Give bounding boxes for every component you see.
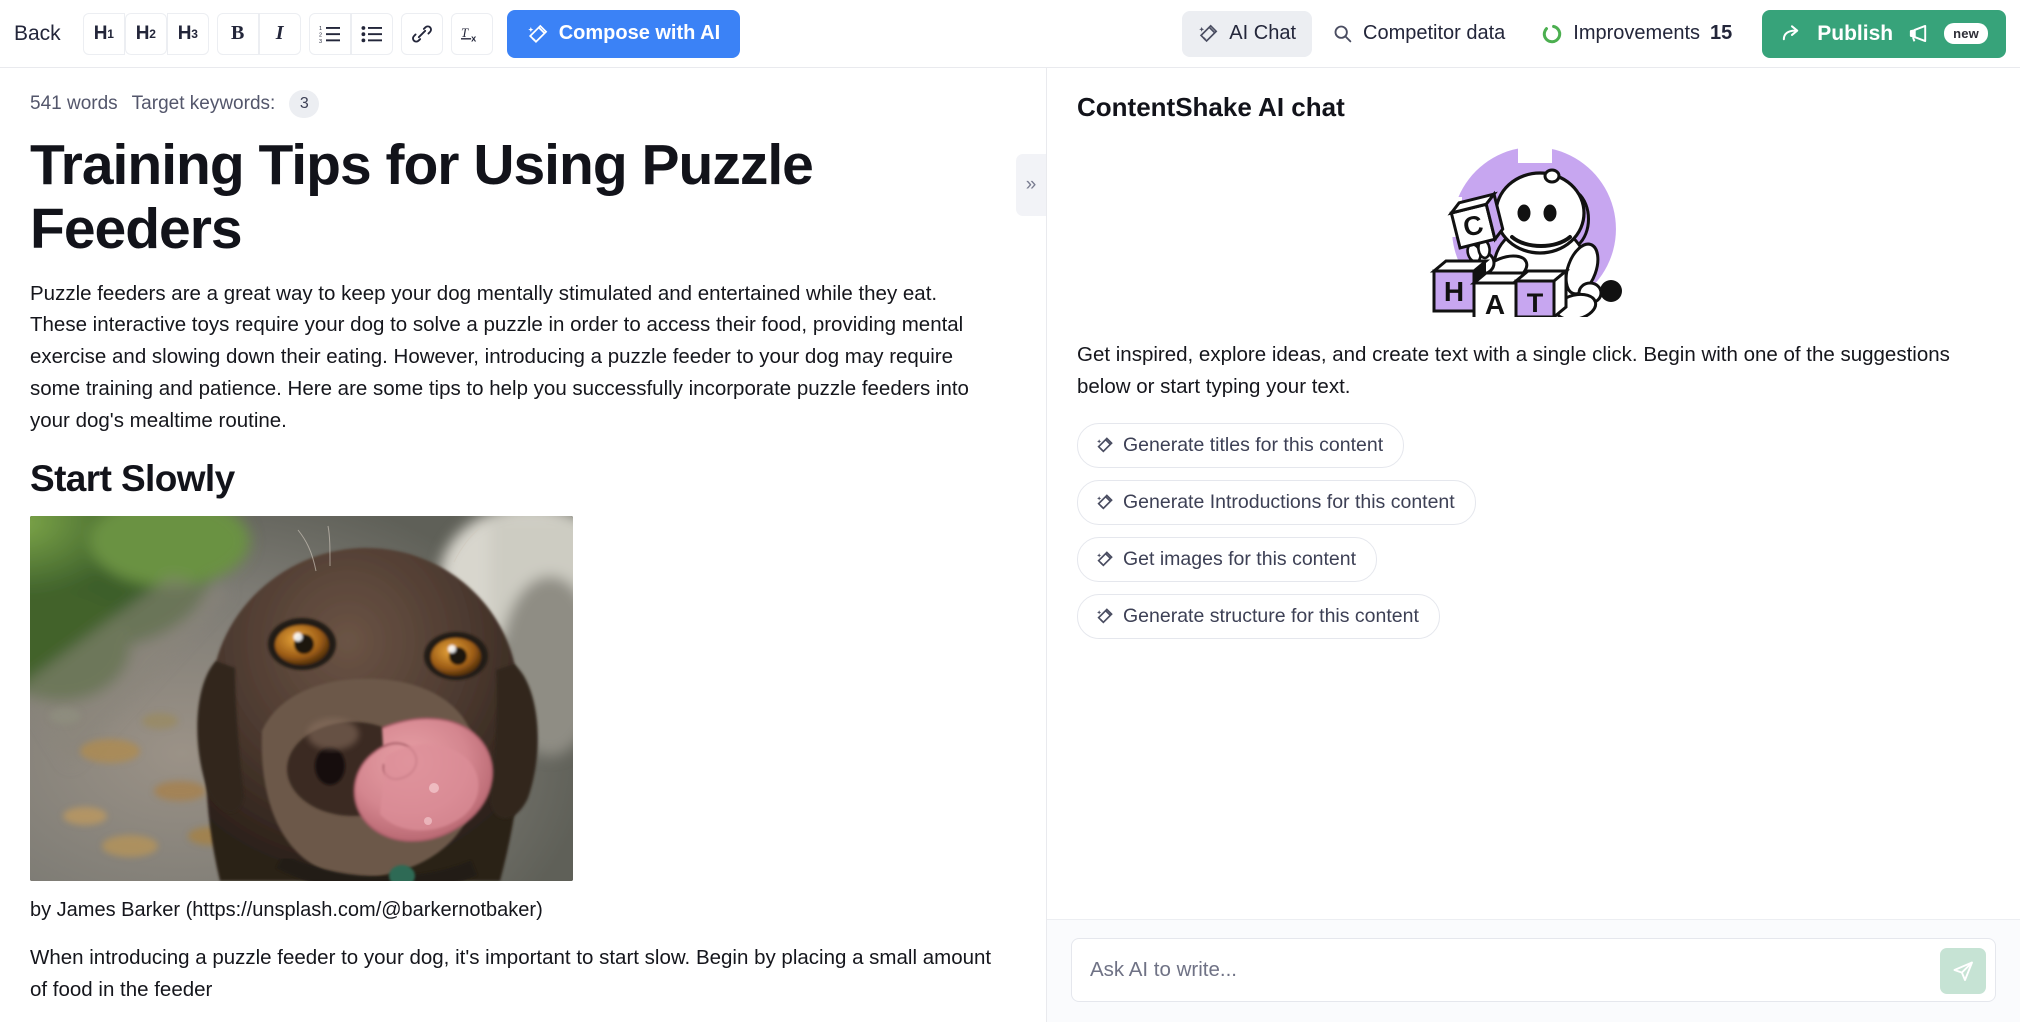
document-editor[interactable]: 541 words Target keywords: 3 Training Ti… xyxy=(0,68,1046,1022)
link-icon xyxy=(411,24,432,43)
chat-suggestions: Generate titles for this content Generat… xyxy=(1077,422,1990,639)
suggestion-label: Generate structure for this content xyxy=(1123,604,1419,627)
list-group: 1 2 3 xyxy=(308,12,393,55)
chat-panel-title: ContentShake AI chat xyxy=(1077,92,1345,122)
svg-text:3: 3 xyxy=(319,39,322,44)
svg-text:1: 1 xyxy=(319,26,322,32)
clear-formatting-icon: T x xyxy=(460,25,477,43)
collapse-panel-button[interactable]: » xyxy=(1016,154,1046,216)
suggestion-label: Generate titles for this content xyxy=(1123,433,1384,456)
megaphone-icon xyxy=(1909,24,1927,43)
chat-intro-text: Get inspired, explore ideas, and create … xyxy=(1077,343,1950,398)
chat-content-scroll: C H A T Get inspired, explore ideas, and… xyxy=(1047,133,2020,919)
italic-button[interactable]: I xyxy=(258,12,301,55)
share-arrow-icon xyxy=(1783,25,1799,41)
h1-button[interactable]: H1 xyxy=(82,12,125,55)
publish-label: Publish xyxy=(1817,21,1894,45)
improvements-label: Improvements xyxy=(1573,22,1701,44)
chat-input-container[interactable] xyxy=(1071,938,1996,1002)
chat-illustration-wrap: C H A T xyxy=(1077,133,1990,331)
formatting-tools: H1 H2 H3 B I 1 2 3 T x xyxy=(82,12,493,55)
ai-chat-label: AI Chat xyxy=(1229,22,1296,44)
suggestion-label: Generate Introductions for this content xyxy=(1123,490,1455,513)
image-caption: by James Barker (https://unsplash.com/@b… xyxy=(30,899,543,922)
new-badge: new xyxy=(1944,23,1988,44)
heading-button-group: H1 H2 H3 xyxy=(82,12,209,55)
progress-ring-icon xyxy=(1543,24,1562,43)
ai-chat-tab[interactable]: AI Chat xyxy=(1182,10,1312,57)
suggestion-generate-structure[interactable]: Generate structure for this content xyxy=(1077,593,1440,639)
h2-sub: 2 xyxy=(149,26,156,41)
compose-with-ai-label: Compose with AI xyxy=(558,22,721,44)
competitor-data-tab[interactable]: Competitor data xyxy=(1316,11,1521,57)
document-paragraph-2[interactable]: When introducing a puzzle feeder to your… xyxy=(30,942,998,1006)
h2-button[interactable]: H2 xyxy=(124,12,167,55)
suggestion-generate-titles[interactable]: Generate titles for this content xyxy=(1077,422,1405,468)
target-keywords-label: Target keywords: xyxy=(131,93,276,114)
contentshake-editor-app: Back H1 H2 H3 B I 1 2 3 T x Compose with… xyxy=(0,0,2020,1022)
publish-button[interactable]: Publish new xyxy=(1762,9,2006,58)
document-meta-row: 541 words Target keywords: 3 xyxy=(30,68,998,128)
send-button[interactable] xyxy=(1940,948,1986,994)
svg-text:T: T xyxy=(461,25,469,39)
document-heading-start-slowly[interactable]: Start Slowly xyxy=(30,458,998,500)
h3-sub: 3 xyxy=(191,26,198,41)
back-button[interactable]: Back xyxy=(0,22,83,46)
main-body: 541 words Target keywords: 3 Training Ti… xyxy=(0,68,2020,1022)
bullet-list-icon xyxy=(361,25,382,42)
magic-wand-icon xyxy=(1097,608,1113,624)
suggestion-label: Get images for this content xyxy=(1123,547,1357,570)
h1-sub: 1 xyxy=(107,26,114,41)
ordered-list-button[interactable]: 1 2 3 xyxy=(308,12,351,55)
target-keywords-count[interactable]: 3 xyxy=(289,90,320,118)
svg-text:H: H xyxy=(1443,276,1463,307)
send-icon xyxy=(1953,961,1973,981)
search-icon xyxy=(1334,25,1352,43)
bullet-list-button[interactable] xyxy=(350,12,393,55)
toolbar-right-tools: AI Chat Competitor data Improvements 15 xyxy=(1182,9,2006,58)
chat-input-footer xyxy=(1047,919,2020,1022)
svg-text:2: 2 xyxy=(319,32,322,38)
improvements-tab[interactable]: Improvements 15 xyxy=(1525,11,1748,57)
bold-button[interactable]: B xyxy=(216,12,259,55)
magic-wand-icon xyxy=(1199,24,1218,43)
magic-wand-icon xyxy=(1097,437,1113,453)
link-button[interactable] xyxy=(400,12,443,55)
magic-wand-icon xyxy=(1097,551,1113,567)
improvements-count: 15 xyxy=(1710,22,1733,44)
h3-button[interactable]: H3 xyxy=(166,12,209,55)
suggestion-generate-introductions[interactable]: Generate Introductions for this content xyxy=(1077,479,1476,525)
page-title[interactable]: Training Tips for Using Puzzle Feeders xyxy=(30,133,998,262)
suggestion-get-images[interactable]: Get images for this content xyxy=(1077,536,1378,582)
top-toolbar: Back H1 H2 H3 B I 1 2 3 T x Compose with… xyxy=(0,0,2020,68)
ai-chat-panel: ContentShake AI chat C H A T Get inspire… xyxy=(1046,68,2020,1022)
dog-photo xyxy=(30,516,573,882)
svg-text:T: T xyxy=(1526,288,1543,317)
contentshake-robot-illustration: C H A T xyxy=(1429,143,1622,317)
document-paragraph-1[interactable]: Puzzle feeders are a great way to keep y… xyxy=(30,278,998,437)
clear-formatting-button[interactable]: T x xyxy=(450,12,493,55)
magic-wand-icon xyxy=(527,24,547,43)
magic-wand-icon xyxy=(1097,494,1113,510)
compose-with-ai-button[interactable]: Compose with AI xyxy=(506,9,741,58)
ordered-list-icon: 1 2 3 xyxy=(319,26,340,44)
chevron-double-right-icon: » xyxy=(1025,174,1037,195)
document-image[interactable] xyxy=(30,516,573,882)
chat-input[interactable] xyxy=(1090,958,1933,982)
svg-text:x: x xyxy=(471,33,477,43)
svg-text:A: A xyxy=(1484,289,1504,317)
word-count: 541 words xyxy=(30,93,118,114)
text-style-group: B I xyxy=(216,12,301,55)
competitor-data-label: Competitor data xyxy=(1363,22,1506,44)
